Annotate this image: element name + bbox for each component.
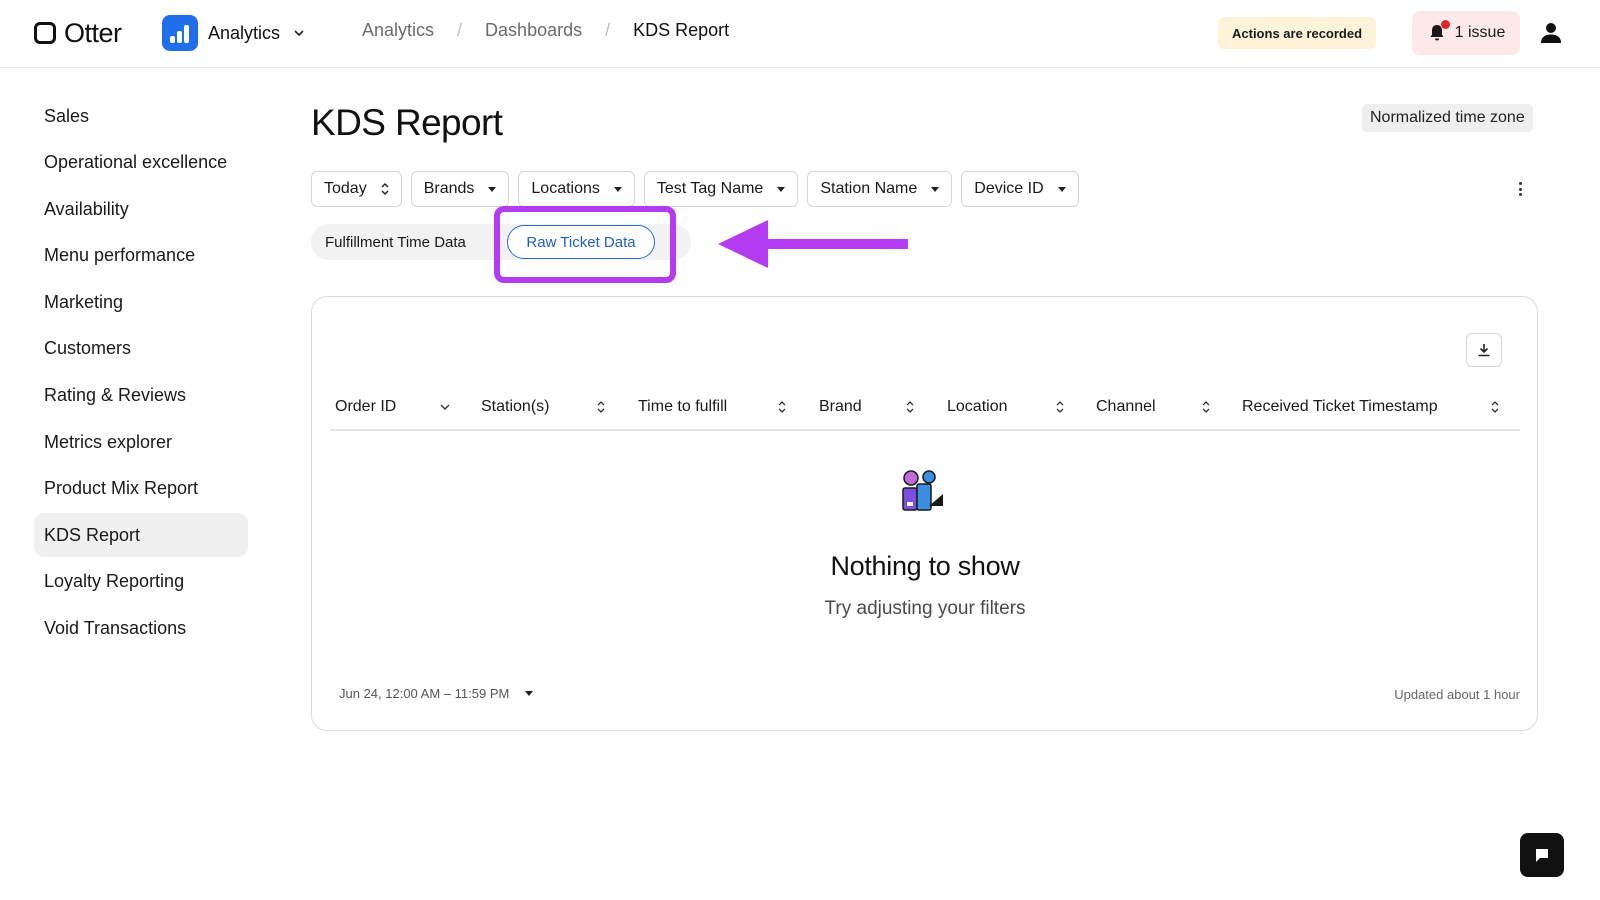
column-header-stations[interactable]: Station(s) [481, 398, 549, 416]
sort-updown-icon[interactable] [1201, 400, 1211, 414]
station-name-filter-label: Station Name [820, 180, 918, 197]
caret-down-icon [777, 186, 786, 192]
device-id-filter-label: Device ID [974, 180, 1044, 197]
sort-updown-icon[interactable] [1055, 400, 1065, 414]
more-options-icon[interactable] [1508, 180, 1532, 198]
column-header-received-ticket-timestamp[interactable]: Received Ticket Timestamp [1242, 398, 1438, 416]
breadcrumb-separator: / [605, 20, 611, 40]
test-tag-name-filter-label: Test Tag Name [656, 180, 764, 197]
breadcrumb-dashboards[interactable]: Dashboards [485, 20, 582, 41]
sort-updown-icon[interactable] [777, 400, 787, 414]
column-header-channel[interactable]: Channel [1096, 398, 1156, 416]
issues-button[interactable]: 1 issue [1412, 11, 1520, 55]
brands-filter[interactable]: Brands [410, 171, 510, 207]
date-range-label: Jun 24, 12:00 AM – 11:59 PM [339, 686, 510, 701]
empty-state-title: Nothing to show [830, 551, 1020, 581]
otter-logo[interactable]: Otter [34, 18, 122, 48]
page-title: KDS Report [311, 102, 503, 143]
sidebar-item-product-mix-report[interactable]: Product Mix Report [34, 467, 248, 511]
date-filter[interactable]: Today [311, 171, 402, 207]
sidebar-item-metrics-explorer[interactable]: Metrics explorer [34, 420, 248, 464]
sort-updown-icon[interactable] [596, 400, 606, 414]
caret-down-icon [931, 186, 940, 192]
filter-bar: Today Brands Locations Test Tag Name Sta… [311, 171, 1079, 207]
chevron-down-icon [294, 30, 304, 37]
caret-down-icon [525, 691, 534, 696]
top-bar: Otter Analytics Analytics / Dashboards /… [0, 0, 1600, 68]
recorded-badge: Actions are recorded [1218, 17, 1377, 49]
bell-icon [1427, 20, 1450, 43]
download-icon [1478, 344, 1490, 357]
table-header: Order ID Station(s) Time to fulfill Bran… [330, 386, 1520, 431]
download-button[interactable] [1466, 333, 1502, 367]
caret-down-icon [1057, 186, 1066, 192]
logo-text: Otter [64, 17, 122, 48]
notification-dot [1440, 20, 1450, 29]
test-tag-name-filter[interactable]: Test Tag Name [643, 171, 799, 207]
chat-bubble-icon [1536, 849, 1548, 862]
date-range-selector[interactable]: Jun 24, 12:00 AM – 11:59 PM [339, 686, 534, 701]
column-header-location[interactable]: Location [947, 398, 1008, 416]
column-header-time-to-fulfill[interactable]: Time to fulfill [638, 398, 727, 416]
sidebar-item-rating-reviews[interactable]: Rating & Reviews [34, 374, 248, 418]
tab-fulfillment-time-data[interactable]: Fulfillment Time Data [325, 224, 466, 260]
sidebar-item-sales[interactable]: Sales [34, 94, 248, 138]
caret-down-icon [488, 186, 497, 192]
column-header-order-id[interactable]: Order ID [335, 398, 396, 416]
breadcrumb-current: KDS Report [633, 20, 730, 40]
user-icon[interactable] [1538, 20, 1564, 46]
breadcrumb-analytics[interactable]: Analytics [362, 20, 434, 41]
issues-label: 1 issue [1454, 24, 1506, 41]
sort-updown-icon [381, 182, 389, 196]
sidebar-item-availability[interactable]: Availability [34, 187, 248, 231]
annotation-highlight-box [494, 206, 676, 283]
sidebar-item-menu-performance[interactable]: Menu performance [34, 234, 248, 278]
app-name: Analytics [208, 22, 281, 43]
locations-filter-label: Locations [531, 180, 600, 197]
date-filter-label: Today [324, 180, 367, 197]
timezone-badge: Normalized time zone [1362, 104, 1533, 132]
sidebar-item-marketing[interactable]: Marketing [34, 280, 248, 324]
empty-state-subtitle: Try adjusting your filters [824, 598, 1026, 619]
brands-filter-label: Brands [423, 180, 475, 197]
analytics-app-icon [162, 15, 198, 51]
empty-state-illustration-icon [902, 470, 943, 511]
last-updated-text: Updated about 1 hour [1394, 687, 1520, 702]
otter-logo-icon [34, 22, 56, 44]
chevron-down-icon[interactable] [440, 400, 450, 414]
station-name-filter[interactable]: Station Name [807, 171, 953, 207]
app-switcher[interactable]: Analytics [162, 15, 304, 51]
column-header-brand[interactable]: Brand [819, 398, 862, 416]
sidebar-item-operational-excellence[interactable]: Operational excellence [34, 141, 248, 185]
locations-filter[interactable]: Locations [518, 171, 635, 207]
sort-updown-icon[interactable] [905, 400, 915, 414]
breadcrumb-separator: / [457, 20, 463, 40]
chat-button[interactable] [1520, 833, 1564, 877]
breadcrumb: Analytics / Dashboards / KDS Report [362, 20, 729, 41]
sort-updown-icon[interactable] [1490, 400, 1500, 414]
caret-down-icon [613, 186, 622, 192]
sidebar-item-customers[interactable]: Customers [34, 327, 248, 371]
device-id-filter[interactable]: Device ID [961, 171, 1079, 207]
annotation-arrow-icon [718, 220, 908, 268]
